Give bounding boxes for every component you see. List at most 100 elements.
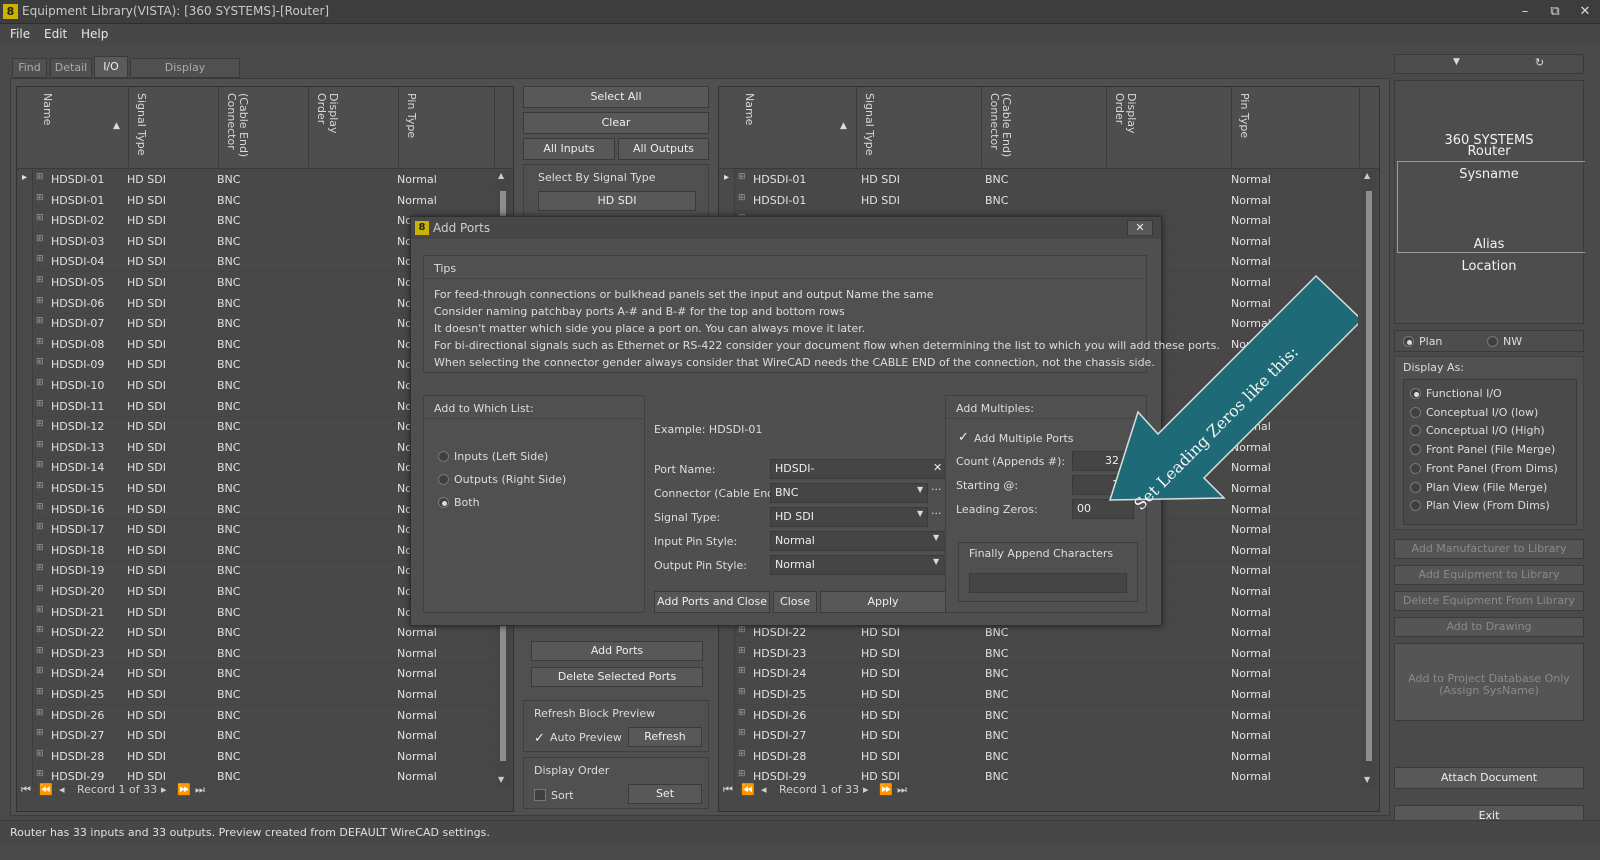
chevron-down-icon[interactable]: ▼ [933,557,939,566]
expand-icon[interactable]: ⊞ [36,357,44,367]
expand-icon[interactable]: ⊞ [36,502,44,512]
connector-select[interactable]: BNC [770,483,928,503]
expand-icon[interactable]: ⊞ [36,646,44,656]
display-option-radio[interactable] [1410,425,1421,437]
chevron-down-icon[interactable]: ▼ [917,485,923,494]
next-record-icon[interactable]: ▸ [161,783,167,796]
minimize-button[interactable]: – [1512,3,1538,21]
row-indicator[interactable] [17,457,33,479]
prev-record-icon[interactable]: ◂ [59,783,65,796]
dialog-close-icon[interactable]: ✕ [1127,220,1153,236]
row-indicator[interactable]: ▸ [719,169,735,190]
table-row[interactable]: ⊞ HDSDI-23 HD SDI BNC Normal [17,642,495,664]
next-record-icon[interactable]: ▸ [863,783,869,796]
add-to-drawing-button[interactable]: Add to Drawing [1394,617,1584,637]
expand-icon[interactable]: ⊞ [36,316,44,326]
column-header-pin-type[interactable]: Pin Type [399,87,495,167]
expand-icon[interactable]: ⊞ [36,584,44,594]
outputs-radio[interactable] [438,474,449,485]
column-header-name[interactable]: Name ▲ [33,87,129,167]
nw-radio[interactable] [1487,336,1498,347]
more-icon[interactable]: ··· [931,483,942,496]
first-record-icon[interactable]: ⏮ [723,783,733,797]
expand-icon[interactable]: ⊞ [36,378,44,388]
display-option-radio[interactable] [1410,406,1421,418]
row-indicator[interactable] [17,622,33,644]
expand-icon[interactable]: ⊞ [36,605,44,615]
row-indicator[interactable] [719,704,735,726]
row-indicator[interactable] [17,189,33,211]
row-indicator[interactable] [719,663,735,685]
expand-icon[interactable]: ⊞ [36,419,44,429]
add-manufacturer-button[interactable]: Add Manufacturer to Library [1394,539,1584,559]
chevron-down-icon[interactable]: ▼ [933,533,939,542]
add-multiple-ports-checkbox[interactable]: ✓ [958,430,969,445]
expand-icon[interactable]: ⊞ [738,193,746,203]
menu-edit[interactable]: Edit [44,27,67,41]
row-indicator[interactable] [719,745,735,767]
row-indicator[interactable] [17,272,33,293]
table-row[interactable]: ⊞ HDSDI-01 HD SDI BNC Normal [719,189,1361,211]
expand-icon[interactable]: ⊞ [36,172,44,182]
expand-icon[interactable]: ⊞ [36,275,44,285]
table-row[interactable]: ⊞ HDSDI-28 HD SDI BNC Normal [17,745,495,767]
row-indicator[interactable] [17,478,33,499]
row-indicator[interactable] [17,498,33,520]
select-all-button[interactable]: Select All [523,86,709,108]
expand-icon[interactable]: ⊞ [36,769,44,779]
expand-icon[interactable]: ⊞ [738,728,746,738]
apply-button[interactable]: Apply [820,591,946,613]
display-option-radio[interactable] [1410,444,1421,456]
table-row[interactable]: ⊞ HDSDI-01 HD SDI BNC Normal [17,189,495,211]
row-indicator[interactable] [17,292,33,314]
row-indicator[interactable] [17,539,33,561]
table-row[interactable]: ⊞ HDSDI-25 HD SDI BNC Normal [17,684,495,705]
table-row[interactable]: ⊞ HDSDI-25 HD SDI BNC Normal [719,684,1361,705]
expand-icon[interactable]: ⊞ [36,399,44,409]
table-row[interactable]: ⊞ HDSDI-26 HD SDI BNC Normal [719,704,1361,726]
next-page-icon[interactable]: ⏩ [177,783,191,796]
column-header-signal-type[interactable]: Signal Type [129,87,219,167]
expand-icon[interactable]: ⊞ [36,481,44,491]
row-indicator[interactable] [17,313,33,335]
row-indicator[interactable] [17,725,33,747]
menu-help[interactable]: Help [81,27,108,41]
expand-icon[interactable]: ⊞ [738,749,746,759]
row-indicator[interactable] [17,601,33,623]
tab-display-preferences[interactable]: Display Preferences [130,58,240,92]
expand-icon[interactable]: ⊞ [738,646,746,656]
expand-icon[interactable]: ⊞ [36,563,44,573]
expand-icon[interactable]: ⊞ [36,440,44,450]
dialog-close-button[interactable]: Close [773,591,817,613]
clear-input-icon[interactable]: ✕ [933,461,942,474]
expand-icon[interactable]: ⊞ [36,728,44,738]
menu-file[interactable]: File [10,27,30,41]
row-indicator[interactable] [17,333,33,355]
both-radio[interactable] [438,497,449,508]
scroll-thumb[interactable] [1366,191,1372,761]
last-record-icon[interactable]: ⏭ [195,783,205,797]
set-button[interactable]: Set [628,784,702,804]
outputs-scrollbar[interactable]: ▲ ▼ [1361,171,1377,787]
port-name-input[interactable]: HDSDI- [770,459,946,479]
column-header-signal-type[interactable]: Signal Type [857,87,982,167]
signal-type-select[interactable]: HD SDI [770,507,928,527]
input-pin-style-select[interactable]: Normal [770,531,946,551]
chevron-down-icon[interactable]: ▼ [917,509,923,518]
row-indicator[interactable] [17,354,33,376]
row-indicator[interactable] [17,642,33,664]
table-row[interactable]: ⊞ HDSDI-24 HD SDI BNC Normal [17,663,495,685]
table-row[interactable]: ⊞ HDSDI-23 HD SDI BNC Normal [719,642,1361,664]
expand-icon[interactable]: ⊞ [738,687,746,697]
column-header-pin-type[interactable]: Pin Type [1232,87,1360,167]
close-window-button[interactable]: ✕ [1572,3,1598,21]
add-equipment-button[interactable]: Add Equipment to Library [1394,565,1584,585]
row-indicator[interactable] [719,725,735,747]
add-ports-button[interactable]: Add Ports [531,641,703,661]
expand-icon[interactable]: ⊞ [36,543,44,553]
delete-equipment-button[interactable]: Delete Equipment From Library [1394,591,1584,611]
expand-icon[interactable]: ⊞ [738,172,746,182]
scroll-up-icon[interactable]: ▲ [498,171,504,180]
row-indicator[interactable] [17,375,33,396]
refresh-icon[interactable]: ↻ [1535,56,1544,69]
